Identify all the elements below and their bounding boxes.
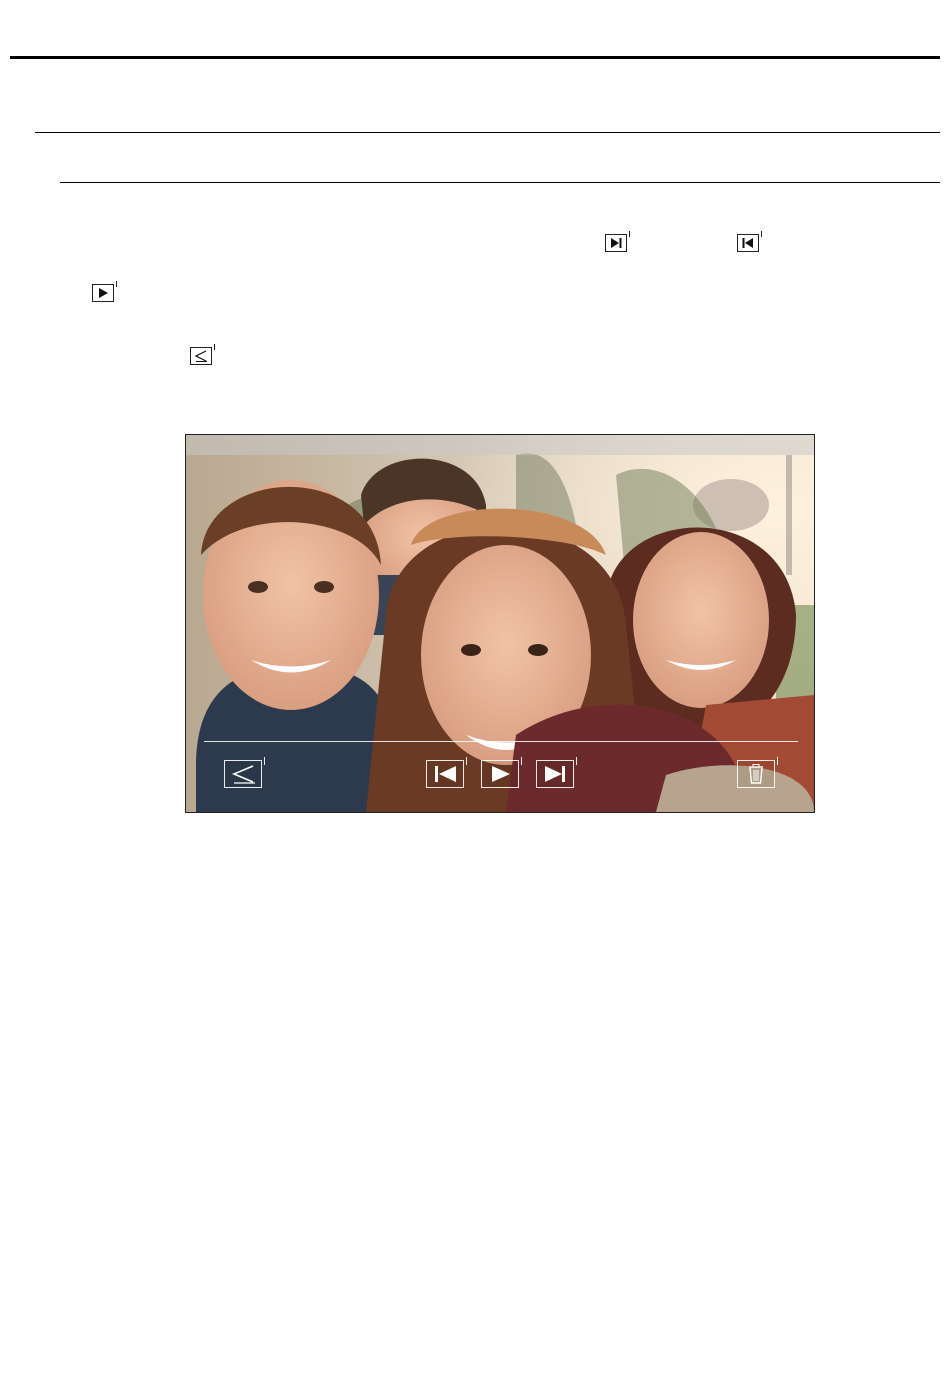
controls-divider	[204, 741, 798, 742]
section-rule	[35, 132, 940, 133]
previous-button[interactable]	[426, 757, 467, 788]
delete-button[interactable]	[737, 757, 778, 788]
trash-icon	[749, 764, 763, 784]
back-icon	[231, 765, 255, 784]
back-button[interactable]	[224, 757, 265, 788]
previous-icon	[737, 231, 762, 252]
play-icon	[92, 281, 117, 302]
play-button[interactable]	[481, 757, 522, 788]
back-icon	[190, 344, 215, 365]
play-icon	[492, 766, 510, 782]
next-icon	[545, 766, 565, 782]
next-icon	[605, 231, 630, 252]
status-bar	[186, 435, 814, 455]
group-selfie-photo	[186, 435, 814, 812]
header-rule	[10, 56, 940, 59]
subsection-rule	[60, 182, 940, 183]
next-button[interactable]	[536, 757, 577, 788]
monitor-screen	[185, 434, 815, 813]
previous-icon	[435, 766, 456, 782]
